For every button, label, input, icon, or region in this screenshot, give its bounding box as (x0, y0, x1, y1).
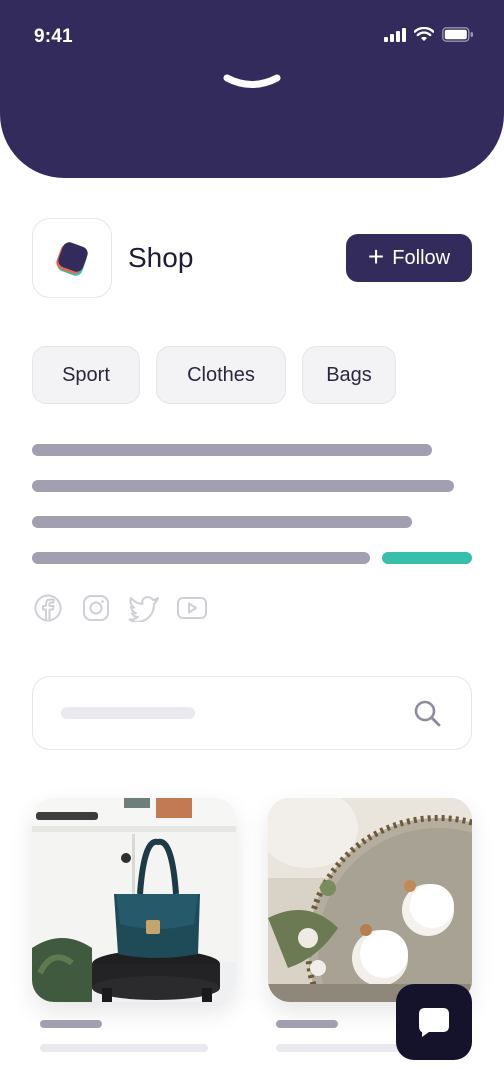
search-input[interactable] (32, 676, 472, 750)
chat-icon (419, 1008, 449, 1037)
shop-logo-icon (56, 242, 88, 276)
search-icon[interactable] (413, 699, 443, 729)
tag-label: Sport (62, 363, 110, 386)
instagram-icon[interactable] (82, 594, 110, 622)
chat-button[interactable] (396, 984, 472, 1060)
youtube-icon[interactable] (176, 594, 208, 622)
product-image (268, 798, 472, 1002)
read-more-link[interactable] (382, 552, 472, 564)
product-title-placeholder (276, 1020, 338, 1028)
chevron-down-icon[interactable] (223, 72, 281, 92)
product-price-placeholder (40, 1044, 208, 1052)
tag-clothes[interactable]: Clothes (156, 346, 286, 404)
product-price-placeholder (276, 1044, 406, 1052)
product-card[interactable] (268, 798, 472, 1002)
tag-sport[interactable]: Sport (32, 346, 140, 404)
search-placeholder (61, 707, 195, 719)
signal-icon (384, 27, 406, 42)
product-card[interactable] (32, 798, 236, 1002)
status-time: 9:41 (34, 26, 73, 47)
plus-icon: + (367, 241, 385, 272)
description-line (32, 480, 454, 492)
product-image (32, 798, 236, 1002)
battery-icon (442, 27, 473, 42)
tag-label: Bags (326, 363, 372, 386)
description-line (32, 516, 412, 528)
tag-bags[interactable]: Bags (302, 346, 396, 404)
tag-label: Clothes (187, 363, 255, 386)
status-icons (384, 27, 474, 42)
wifi-icon (414, 27, 434, 41)
follow-button[interactable]: + Follow (346, 234, 472, 282)
twitter-icon[interactable] (128, 594, 160, 622)
header: 9:41 (0, 0, 504, 178)
shop-name: Shop (128, 242, 194, 273)
follow-label: Follow (392, 246, 451, 269)
shop-logo (32, 218, 112, 298)
facebook-icon[interactable] (34, 594, 62, 622)
description-line (32, 552, 370, 564)
product-title-placeholder (40, 1020, 102, 1028)
description-line (32, 444, 432, 456)
